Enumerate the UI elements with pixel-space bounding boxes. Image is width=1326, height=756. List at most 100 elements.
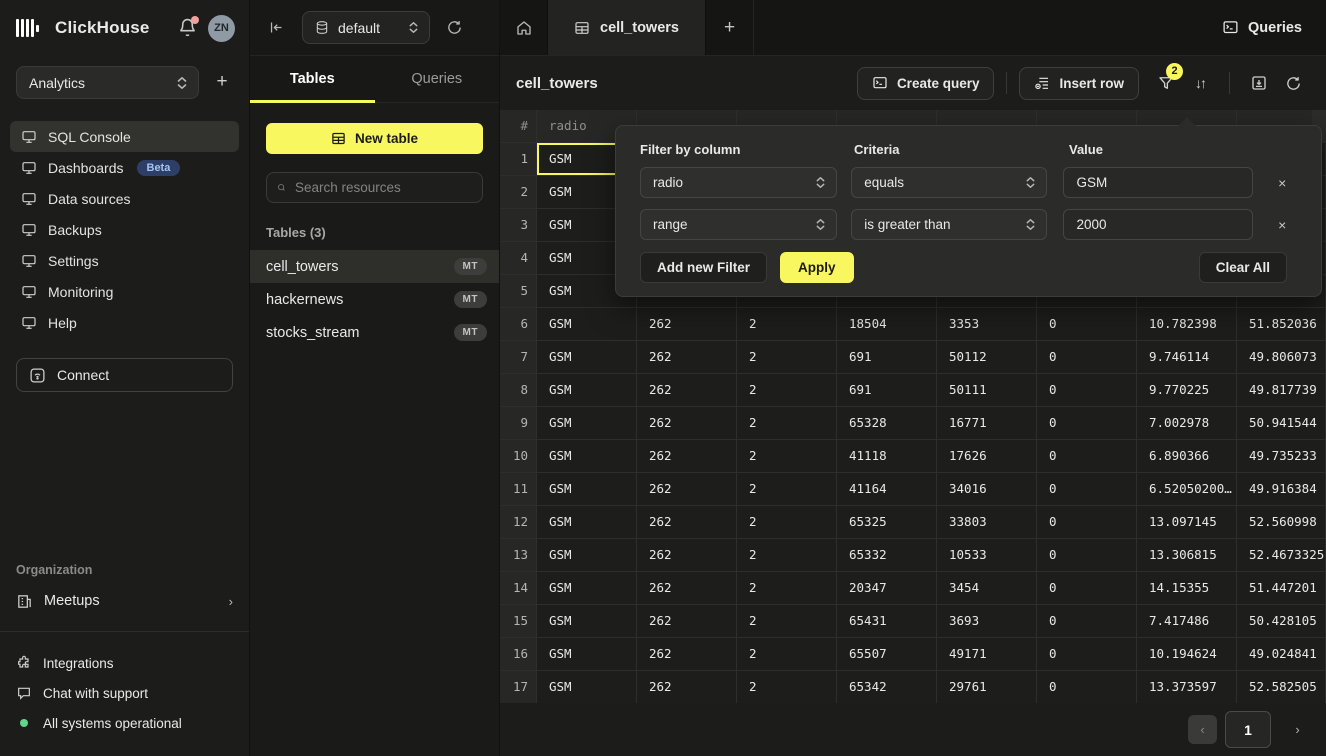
- filter-button[interactable]: 2: [1149, 67, 1183, 100]
- cell[interactable]: 65507: [837, 638, 937, 671]
- cell[interactable]: 9.770225: [1137, 374, 1237, 407]
- cell[interactable]: 2: [737, 539, 837, 572]
- filter-column-select[interactable]: radio: [640, 167, 837, 198]
- tab-tables[interactable]: Tables: [250, 56, 375, 102]
- refresh-tables-icon[interactable]: [442, 16, 466, 40]
- cell-radio[interactable]: GSM: [537, 506, 637, 539]
- cell[interactable]: 3693: [937, 605, 1037, 638]
- cell[interactable]: 65431: [837, 605, 937, 638]
- cell[interactable]: 2: [737, 605, 837, 638]
- cell[interactable]: 262: [637, 605, 737, 638]
- table-row[interactable]: 17 GSM 262 2 65342 29761 0 13.373597 52.…: [500, 671, 1326, 703]
- cell[interactable]: 6.890366: [1137, 440, 1237, 473]
- cell[interactable]: 262: [637, 539, 737, 572]
- cell[interactable]: 2: [737, 407, 837, 440]
- sort-button[interactable]: ↓↑: [1183, 67, 1217, 100]
- cell[interactable]: 51.447201: [1237, 572, 1326, 605]
- cell[interactable]: 13.373597: [1137, 671, 1237, 703]
- cell[interactable]: 3454: [937, 572, 1037, 605]
- cell[interactable]: 262: [637, 440, 737, 473]
- cell[interactable]: 14.15355: [1137, 572, 1237, 605]
- cell[interactable]: 20347: [837, 572, 937, 605]
- cell[interactable]: 262: [637, 308, 737, 341]
- cell[interactable]: 2: [737, 374, 837, 407]
- cell[interactable]: 0: [1037, 605, 1137, 638]
- cell[interactable]: 2: [737, 308, 837, 341]
- current-page[interactable]: 1: [1225, 711, 1271, 748]
- cell[interactable]: 0: [1037, 407, 1137, 440]
- cell-radio[interactable]: GSM: [537, 407, 637, 440]
- table-row[interactable]: 11 GSM 262 2 41164 34016 0 6.52050200… 4…: [500, 473, 1326, 506]
- cell-radio[interactable]: GSM: [537, 308, 637, 341]
- cell-radio[interactable]: GSM: [537, 341, 637, 374]
- cell[interactable]: 18504: [837, 308, 937, 341]
- cell-radio[interactable]: GSM: [537, 374, 637, 407]
- cell[interactable]: 10.194624: [1137, 638, 1237, 671]
- cell[interactable]: 691: [837, 374, 937, 407]
- cell[interactable]: 10.782398: [1137, 308, 1237, 341]
- cell[interactable]: 49.735233: [1237, 440, 1326, 473]
- cell[interactable]: 2: [737, 440, 837, 473]
- cell[interactable]: 65342: [837, 671, 937, 703]
- table-row[interactable]: 14 GSM 262 2 20347 3454 0 14.15355 51.44…: [500, 572, 1326, 605]
- cell[interactable]: 2: [737, 473, 837, 506]
- cell[interactable]: 50.941544: [1237, 407, 1326, 440]
- cell[interactable]: 50112: [937, 341, 1037, 374]
- cell-radio[interactable]: GSM: [537, 671, 637, 703]
- table-list-item[interactable]: hackernews MT: [250, 283, 499, 316]
- filter-column-select[interactable]: range: [640, 209, 837, 240]
- notifications-bell-icon[interactable]: [178, 18, 198, 38]
- avatar[interactable]: ZN: [208, 15, 235, 42]
- table-row[interactable]: 10 GSM 262 2 41118 17626 0 6.890366 49.7…: [500, 440, 1326, 473]
- cell-radio[interactable]: GSM: [537, 638, 637, 671]
- cell[interactable]: 0: [1037, 506, 1137, 539]
- cell[interactable]: 2: [737, 341, 837, 374]
- cell[interactable]: 33803: [937, 506, 1037, 539]
- cell-radio[interactable]: GSM: [537, 440, 637, 473]
- sidebar-nav-item[interactable]: Backups: [10, 214, 239, 245]
- remove-filter-button[interactable]: ×: [1267, 210, 1297, 240]
- add-service-button[interactable]: +: [211, 72, 233, 94]
- queries-button[interactable]: Queries: [1198, 0, 1326, 55]
- cell[interactable]: 7.417486: [1137, 605, 1237, 638]
- cell[interactable]: 0: [1037, 473, 1137, 506]
- cell[interactable]: 13.097145: [1137, 506, 1237, 539]
- cell[interactable]: 65332: [837, 539, 937, 572]
- column-header-index[interactable]: #: [500, 110, 537, 143]
- cell[interactable]: 41164: [837, 473, 937, 506]
- sidebar-nav-item[interactable]: Monitoring: [10, 276, 239, 307]
- cell[interactable]: 0: [1037, 341, 1137, 374]
- cell[interactable]: 262: [637, 671, 737, 703]
- table-row[interactable]: 8 GSM 262 2 691 50111 0 9.770225 49.8177…: [500, 374, 1326, 407]
- home-icon[interactable]: [500, 0, 547, 55]
- sidebar-nav-item[interactable]: Data sources: [10, 183, 239, 214]
- filter-value-input[interactable]: [1063, 209, 1253, 240]
- cell[interactable]: 51.852036: [1237, 308, 1326, 341]
- cell[interactable]: 49171: [937, 638, 1037, 671]
- cell[interactable]: 49.024841: [1237, 638, 1326, 671]
- table-list-item[interactable]: cell_towers MT: [250, 250, 499, 283]
- table-row[interactable]: 6 GSM 262 2 18504 3353 0 10.782398 51.85…: [500, 308, 1326, 341]
- cell[interactable]: 262: [637, 506, 737, 539]
- cell[interactable]: 65325: [837, 506, 937, 539]
- cell[interactable]: 262: [637, 572, 737, 605]
- previous-page-button[interactable]: ‹: [1188, 715, 1217, 744]
- cell[interactable]: 262: [637, 374, 737, 407]
- cell[interactable]: 49.806073: [1237, 341, 1326, 374]
- cell[interactable]: 262: [637, 638, 737, 671]
- cell[interactable]: 10533: [937, 539, 1037, 572]
- cell[interactable]: 65328: [837, 407, 937, 440]
- cell-radio[interactable]: GSM: [537, 539, 637, 572]
- sidebar-item-chat-support[interactable]: Chat with support: [16, 678, 233, 708]
- cell-radio[interactable]: GSM: [537, 473, 637, 506]
- system-status[interactable]: All systems operational: [16, 708, 233, 738]
- cell[interactable]: 50.428105: [1237, 605, 1326, 638]
- download-button[interactable]: [1242, 67, 1276, 100]
- sidebar-item-integrations[interactable]: Integrations: [16, 648, 233, 678]
- organization-select[interactable]: Analytics: [16, 66, 199, 99]
- cell[interactable]: 0: [1037, 374, 1137, 407]
- new-table-button[interactable]: New table: [266, 123, 483, 154]
- cell[interactable]: 29761: [937, 671, 1037, 703]
- cell-radio[interactable]: GSM: [537, 605, 637, 638]
- table-row[interactable]: 7 GSM 262 2 691 50112 0 9.746114 49.8060…: [500, 341, 1326, 374]
